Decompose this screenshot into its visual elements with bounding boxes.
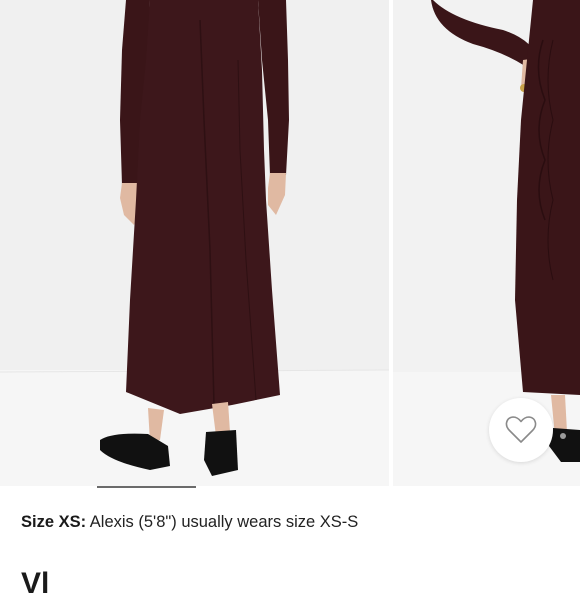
product-photo-side-view[interactable] xyxy=(393,0,580,487)
section-heading: Vl xyxy=(21,567,50,600)
product-photo-back-view[interactable] xyxy=(0,0,389,487)
gallery-progress-track xyxy=(0,486,580,488)
heart-outline-icon xyxy=(505,416,537,443)
model-back-view-image xyxy=(0,0,389,487)
size-description: Alexis (5'8") usually wears size XS-S xyxy=(86,513,359,531)
size-label: Size XS: xyxy=(21,513,87,531)
model-side-view-image xyxy=(393,0,580,487)
wishlist-button[interactable] xyxy=(489,398,553,462)
product-image-gallery[interactable] xyxy=(0,0,580,487)
gallery-progress-indicator xyxy=(97,486,196,488)
model-size-info: Size XS: Alexis (5'8") usually wears siz… xyxy=(21,512,358,532)
